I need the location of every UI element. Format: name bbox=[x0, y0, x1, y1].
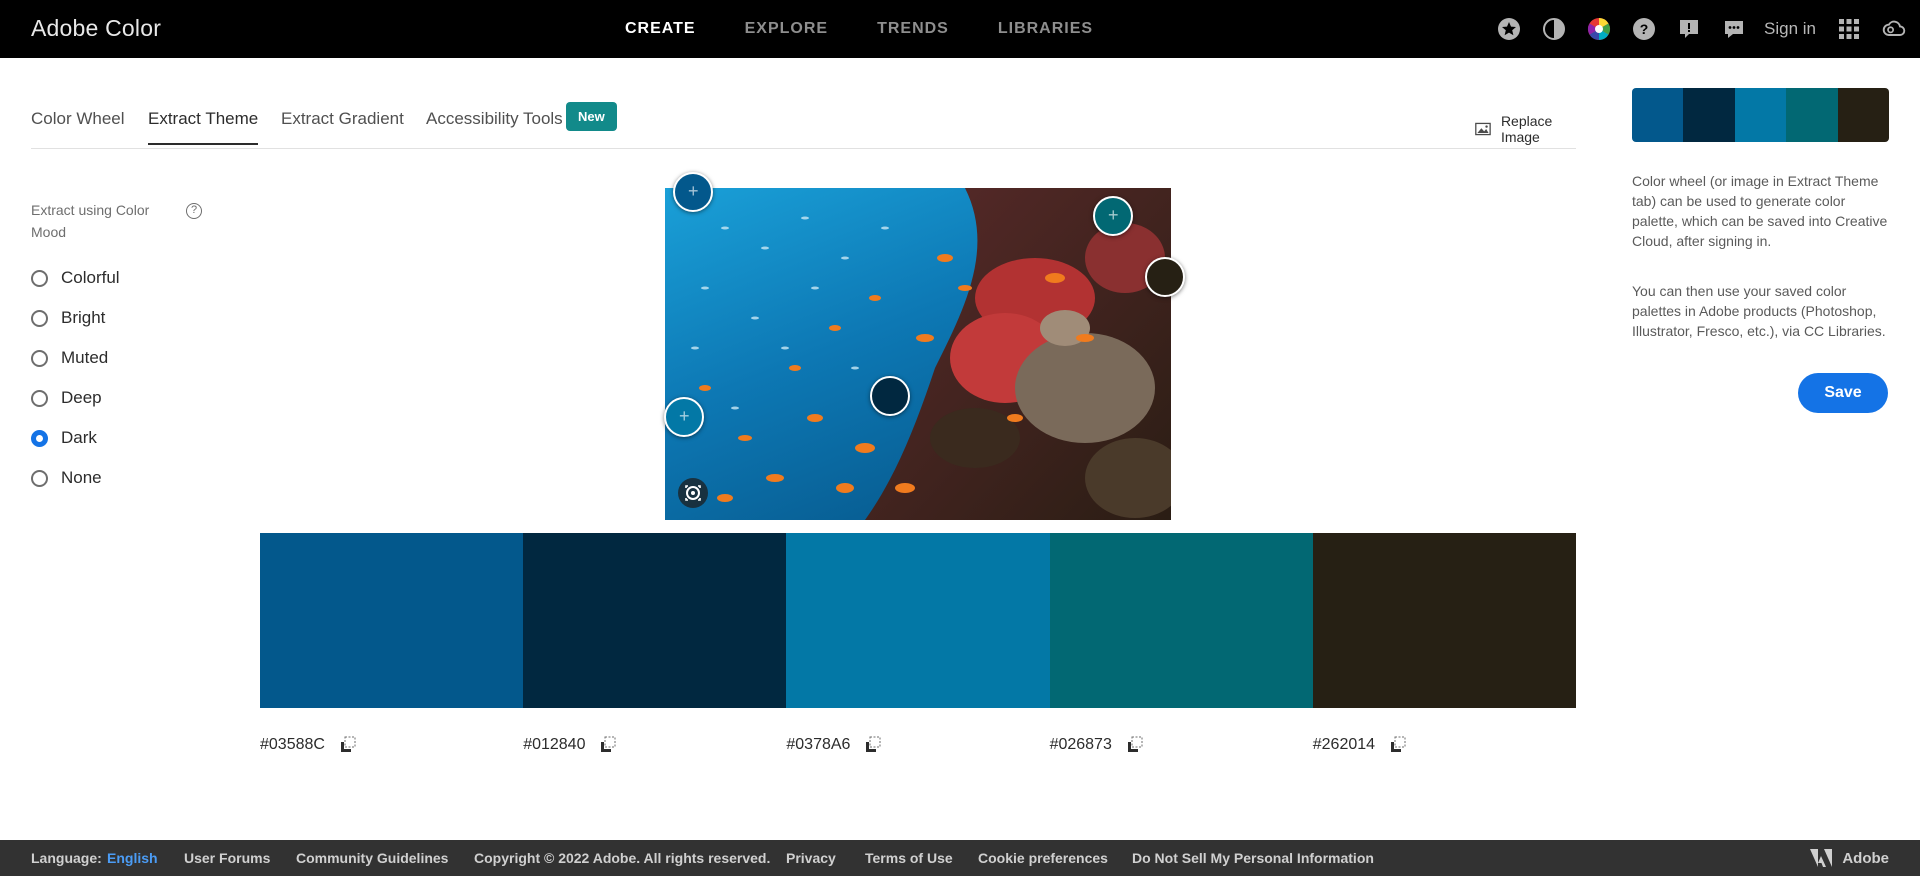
preview-swatch-2 bbox=[1683, 88, 1735, 142]
mood-option-label: Muted bbox=[61, 348, 109, 367]
tab-color-wheel[interactable]: Color Wheel bbox=[31, 109, 125, 143]
swatch-5[interactable] bbox=[1312, 533, 1577, 708]
apps-grid-icon[interactable] bbox=[1834, 14, 1863, 43]
hex-value[interactable]: #026873 bbox=[1050, 736, 1112, 754]
copy-icon[interactable] bbox=[1126, 736, 1144, 754]
mood-option-colorful[interactable]: Colorful bbox=[31, 268, 120, 288]
adobe-footer-logo[interactable]: Adobe bbox=[1810, 849, 1889, 867]
color-wheel-icon[interactable] bbox=[1584, 14, 1613, 43]
preview-swatch-1 bbox=[1632, 88, 1684, 142]
hex-value[interactable]: #012840 bbox=[523, 736, 585, 754]
swatch-2[interactable] bbox=[523, 533, 787, 708]
color-picker-handle-2[interactable] bbox=[870, 376, 910, 416]
swatch-4[interactable] bbox=[1049, 533, 1313, 708]
nav-libraries[interactable]: LIBRARIES bbox=[998, 20, 1093, 38]
color-picker-handle-5[interactable] bbox=[1145, 257, 1185, 297]
header-actions: ? Sign in bbox=[1478, 14, 1908, 43]
footer-link-terms[interactable]: Terms of Use bbox=[865, 850, 953, 866]
mood-option-label: None bbox=[61, 468, 102, 487]
adobe-footer-label: Adobe bbox=[1842, 849, 1889, 867]
creative-cloud-icon[interactable] bbox=[1879, 14, 1908, 43]
tab-accessibility-tools[interactable]: Accessibility Tools bbox=[426, 109, 563, 143]
hex-cell: #026873 bbox=[1050, 736, 1313, 754]
mood-help-icon[interactable]: ? bbox=[186, 203, 202, 219]
footer-link-do-not-sell[interactable]: Do Not Sell My Personal Information bbox=[1132, 850, 1374, 866]
info-text-2: You can then use your saved color palett… bbox=[1632, 283, 1886, 339]
swatch-3[interactable] bbox=[786, 533, 1050, 708]
footer-link-cookies[interactable]: Cookie preferences bbox=[978, 850, 1108, 866]
favorites-icon[interactable] bbox=[1494, 14, 1523, 43]
hex-value[interactable]: #262014 bbox=[1313, 736, 1375, 754]
new-badge: New bbox=[566, 102, 617, 131]
chat-icon[interactable] bbox=[1719, 14, 1748, 43]
info-text-1: Color wheel (or image in Extract Theme t… bbox=[1632, 173, 1888, 249]
preview-swatch-3 bbox=[1734, 88, 1787, 142]
camera-capture-icon[interactable] bbox=[678, 478, 708, 508]
radio-button[interactable] bbox=[31, 389, 48, 407]
color-picker-handle-4[interactable]: + bbox=[1093, 196, 1133, 236]
color-picker-handle-3[interactable]: + bbox=[664, 397, 704, 437]
nav-create[interactable]: CREATE bbox=[625, 20, 696, 38]
copy-icon[interactable] bbox=[1389, 736, 1407, 754]
copy-icon[interactable] bbox=[339, 736, 357, 754]
mood-option-label: Dark bbox=[61, 428, 97, 447]
mood-option-bright[interactable]: Bright bbox=[31, 308, 105, 328]
radio-button[interactable] bbox=[31, 349, 48, 367]
mood-option-label: Colorful bbox=[61, 268, 120, 287]
sign-in-link[interactable]: Sign in bbox=[1764, 19, 1816, 39]
radio-button[interactable] bbox=[31, 469, 48, 487]
nav-trends[interactable]: TRENDS bbox=[877, 20, 949, 38]
hex-cell: #0378A6 bbox=[786, 736, 1049, 754]
footer-copyright: Copyright © 2022 Adobe. All rights reser… bbox=[474, 850, 771, 866]
help-icon[interactable]: ? bbox=[1629, 14, 1658, 43]
hex-value[interactable]: #03588C bbox=[260, 736, 325, 754]
save-button[interactable]: Save bbox=[1798, 373, 1888, 413]
hex-codes-row: #03588C #012840 #0378A6 #026873 #262014 bbox=[260, 736, 1576, 754]
mood-option-none[interactable]: None bbox=[31, 468, 102, 488]
replace-image-button[interactable]: Replace Image bbox=[1475, 113, 1576, 145]
color-mood-label: Extract using Color Mood bbox=[31, 202, 150, 240]
radio-button-selected[interactable] bbox=[31, 429, 48, 447]
footer-link-forums[interactable]: User Forums bbox=[184, 850, 270, 866]
main-nav: CREATE EXPLORE TRENDS LIBRARIES bbox=[625, 20, 1142, 38]
footer-link-guidelines[interactable]: Community Guidelines bbox=[296, 850, 448, 866]
svg-text:?: ? bbox=[1639, 21, 1648, 37]
nav-explore[interactable]: EXPLORE bbox=[745, 20, 828, 38]
replace-image-label: Replace Image bbox=[1500, 113, 1553, 145]
footer-link-privacy[interactable]: Privacy bbox=[786, 850, 836, 866]
contrast-icon[interactable] bbox=[1539, 14, 1568, 43]
copy-icon[interactable] bbox=[599, 736, 617, 754]
hex-cell: #262014 bbox=[1313, 736, 1576, 754]
theme-preview bbox=[1632, 88, 1889, 142]
copy-icon[interactable] bbox=[864, 736, 882, 754]
top-bar: Adobe Color CREATE EXPLORE TRENDS LIBRAR… bbox=[0, 0, 1920, 58]
source-image[interactable] bbox=[665, 188, 1171, 520]
mood-option-muted[interactable]: Muted bbox=[31, 348, 108, 368]
footer: Language: English User Forums Community … bbox=[0, 840, 1920, 876]
language-selector[interactable]: English bbox=[107, 850, 158, 866]
mood-option-deep[interactable]: Deep bbox=[31, 388, 102, 408]
image-icon bbox=[1475, 122, 1491, 136]
feedback-icon[interactable] bbox=[1674, 14, 1703, 43]
tab-extract-gradient[interactable]: Extract Gradient bbox=[281, 109, 404, 143]
mood-option-label: Bright bbox=[61, 308, 106, 327]
mood-option-dark[interactable]: Dark bbox=[31, 428, 97, 448]
hex-value[interactable]: #0378A6 bbox=[786, 736, 850, 754]
color-picker-handle-1[interactable]: + bbox=[673, 172, 713, 212]
tab-extract-theme[interactable]: Extract Theme bbox=[148, 109, 259, 145]
hex-cell: #012840 bbox=[523, 736, 786, 754]
radio-button[interactable] bbox=[31, 269, 48, 287]
mode-tabs: Color Wheel Extract Theme Extract Gradie… bbox=[31, 95, 1576, 149]
preview-swatch-5 bbox=[1837, 88, 1889, 142]
preview-swatch-4 bbox=[1786, 88, 1838, 142]
color-theme-swatches bbox=[260, 533, 1577, 708]
language-label: Language: bbox=[31, 850, 102, 866]
mood-option-label: Deep bbox=[61, 388, 102, 407]
brand-logo[interactable]: Adobe Color bbox=[31, 15, 161, 42]
adobe-logo-icon bbox=[1810, 849, 1833, 867]
hex-cell: #03588C bbox=[260, 736, 523, 754]
radio-button[interactable] bbox=[31, 309, 48, 327]
swatch-1[interactable] bbox=[260, 533, 524, 708]
